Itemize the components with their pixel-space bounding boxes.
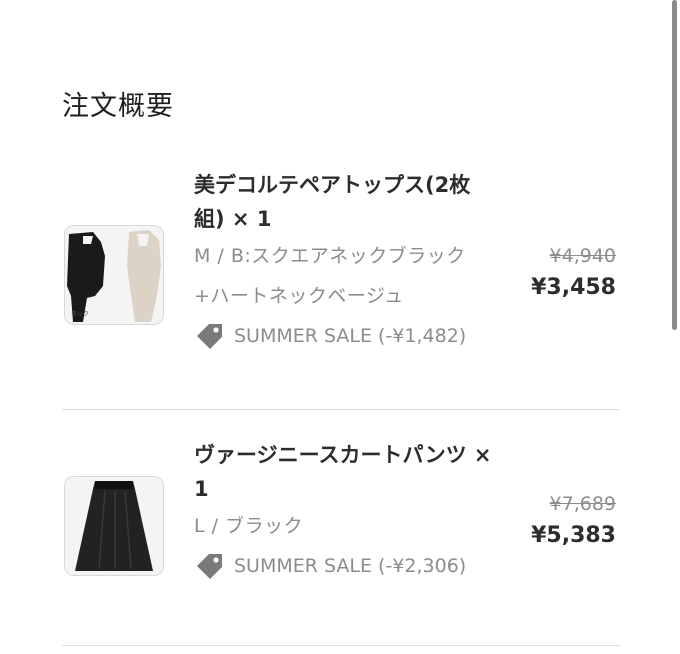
price-tag-icon	[197, 324, 222, 349]
item-divider	[62, 645, 620, 646]
price-block: ¥7,689 ¥5,383	[531, 490, 616, 554]
price-block: ¥4,940 ¥3,458	[531, 242, 616, 306]
order-summary-title: 注文概要	[62, 91, 174, 122]
final-price: ¥5,383	[531, 523, 616, 548]
product-name[interactable]: ヴァージニースカートパンツ × 1	[194, 438, 494, 506]
product-variant: M / B:スクエアネックブラック+ハートネックベージュ	[194, 245, 466, 307]
product-name[interactable]: 美デコルテペアトップス(2枚組) × 1	[194, 168, 494, 236]
discount-text: SUMMER SALE (-¥1,482)	[234, 325, 467, 347]
original-price: ¥4,940	[549, 245, 616, 267]
product-image	[64, 476, 164, 576]
discount-text: SUMMER SALE (-¥2,306)	[234, 555, 467, 577]
discount-line: SUMMER SALE (-¥2,306)	[194, 550, 494, 582]
product-image: ネック	[64, 225, 164, 325]
product-variant: L / ブラック	[194, 515, 304, 537]
scrollbar[interactable]	[672, 0, 677, 330]
discount-line: SUMMER SALE (-¥1,482)	[194, 320, 494, 352]
price-tag-icon	[197, 554, 222, 579]
original-price: ¥7,689	[549, 493, 616, 515]
svg-text:ネック: ネック	[71, 311, 89, 318]
final-price: ¥3,458	[531, 275, 616, 300]
item-divider	[62, 409, 620, 410]
